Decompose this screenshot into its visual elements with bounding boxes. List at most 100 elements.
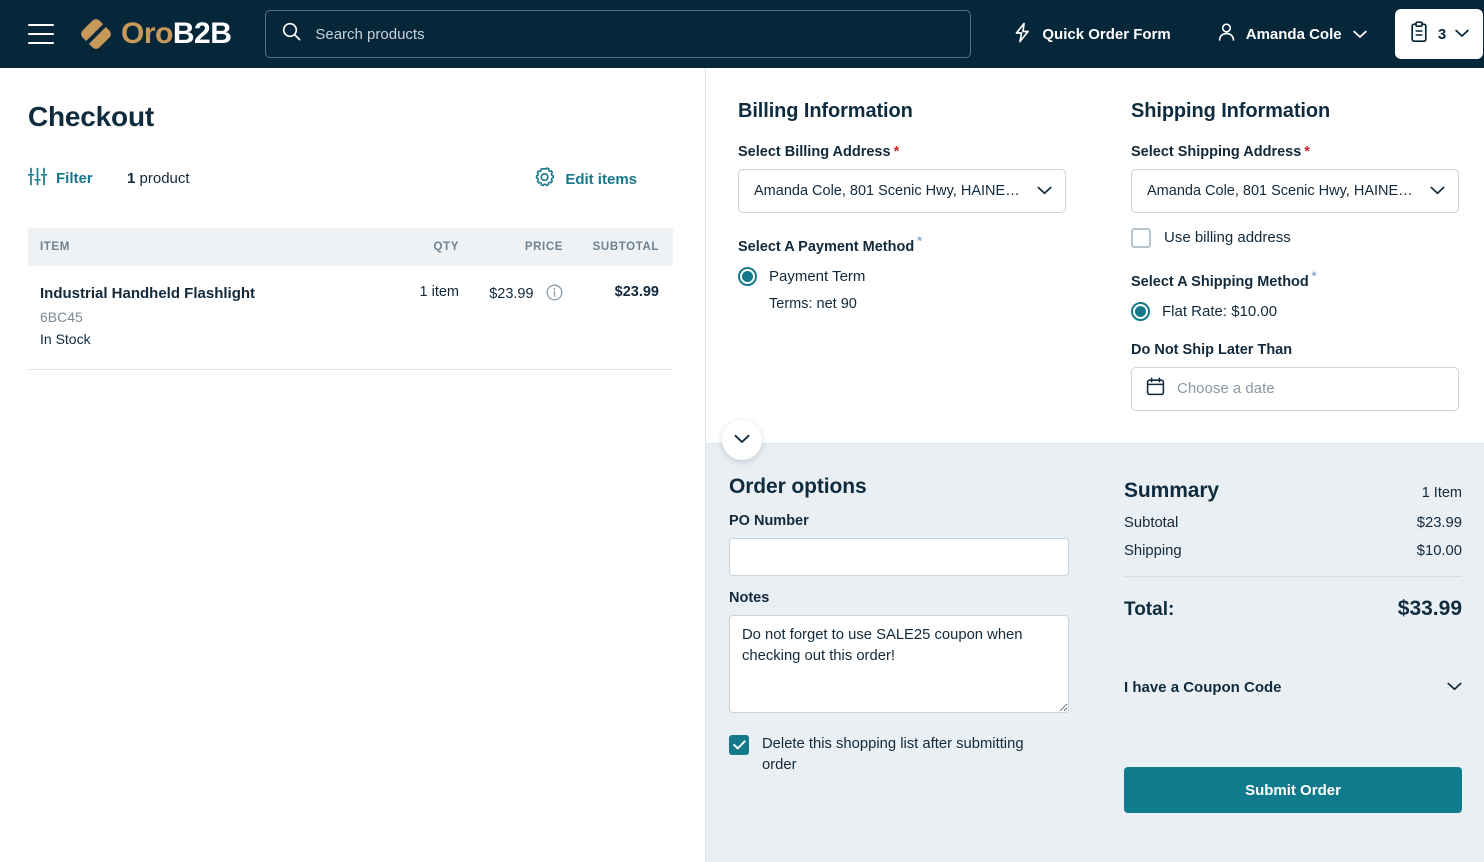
shipping-method-label: Select A Shipping Method* [1131, 269, 1484, 290]
payment-term-radio[interactable] [738, 267, 757, 286]
shipping-address-value: Amanda Cole, 801 Scenic Hwy, HAINE… [1147, 183, 1413, 199]
product-cell: Industrial Handheld Flashlight 6BC45 In … [28, 266, 373, 370]
summary-subtotal-row: Subtotal $23.99 [1124, 515, 1462, 531]
flat-rate-option[interactable]: Flat Rate: $10.00 [1131, 302, 1484, 321]
product-stock-status: In Stock [40, 331, 373, 347]
coupon-code-label: I have a Coupon Code [1124, 679, 1282, 696]
order-summary-panel: Summary 1 Item Subtotal $23.99 Shipping … [1124, 479, 1462, 621]
product-subtotal: $23.99 [575, 266, 673, 370]
notes-textarea[interactable]: Do not forget to use SALE25 coupon when … [729, 615, 1069, 713]
lightning-bolt-icon [1013, 22, 1032, 47]
shipping-address-select[interactable]: Amanda Cole, 801 Scenic Hwy, HAINE… [1131, 169, 1459, 213]
column-header-price: PRICE [465, 228, 575, 266]
order-options-panel: Order options PO Number Notes Do not for… [729, 475, 1101, 775]
info-icon[interactable] [546, 284, 563, 306]
order-options-summary-zone: Order options PO Number Notes Do not for… [706, 443, 1484, 862]
summary-total-row: Total: $33.99 [1124, 597, 1462, 621]
product-sku: 6BC45 [40, 309, 373, 325]
column-header-item: ITEM [28, 228, 373, 266]
summary-shipping-label: Shipping [1124, 543, 1182, 559]
logo-text-oro: Oro [121, 17, 173, 50]
sliders-icon [28, 167, 47, 190]
use-billing-address-checkbox[interactable] [1131, 228, 1151, 248]
delete-shopping-list-label: Delete this shopping list after submitti… [762, 734, 1059, 775]
billing-section-title: Billing Information [738, 100, 1098, 123]
summary-shipping-value: $10.00 [1417, 543, 1462, 559]
quick-order-form-label: Quick Order Form [1042, 26, 1170, 43]
quick-order-form-link[interactable]: Quick Order Form [1013, 22, 1170, 47]
coupon-code-toggle[interactable]: I have a Coupon Code [1124, 678, 1462, 696]
hamburger-menu-icon[interactable] [28, 24, 54, 44]
summary-subtotal-value: $23.99 [1417, 515, 1462, 531]
required-asterisk: * [894, 144, 900, 160]
payment-term-option[interactable]: Payment Term [738, 267, 1098, 286]
filter-button[interactable]: Filter [28, 167, 93, 190]
shipping-section-title: Shipping Information [1131, 100, 1484, 123]
chevron-down-icon [1455, 25, 1469, 43]
summary-total-label: Total: [1124, 599, 1174, 621]
column-header-subtotal: SUBTOTAL [575, 228, 673, 266]
filter-label: Filter [56, 170, 93, 187]
logo-diamond-icon [80, 18, 112, 50]
flat-rate-radio[interactable] [1131, 302, 1150, 321]
shipping-address-label: Select Shipping Address* [1131, 144, 1484, 160]
ship-by-date-field[interactable]: Choose a date [1131, 367, 1459, 411]
user-icon [1217, 22, 1236, 46]
table-header-row: ITEM QTY PRICE SUBTOTAL [28, 228, 673, 266]
order-items-table: ITEM QTY PRICE SUBTOTAL Industrial Handh… [28, 228, 673, 370]
table-row: Industrial Handheld Flashlight 6BC45 In … [28, 266, 673, 370]
billing-address-label-text: Select Billing Address [738, 144, 891, 160]
product-qty: 1 item [373, 266, 465, 370]
required-asterisk-blue: * [917, 234, 922, 248]
chevron-down-icon [1447, 678, 1462, 696]
do-not-ship-later-label: Do Not Ship Later Than [1131, 342, 1484, 358]
clipboard-icon [1410, 21, 1428, 48]
po-number-input[interactable] [729, 538, 1069, 576]
shipping-information-panel: Shipping Information Select Shipping Add… [1131, 68, 1484, 411]
summary-shipping-row: Shipping $10.00 [1124, 543, 1462, 559]
summary-header: Summary 1 Item [1124, 479, 1462, 503]
logo-text-b2b: B2B [173, 17, 232, 50]
payment-terms-text: Terms: net 90 [769, 296, 1098, 312]
edit-items-label: Edit items [565, 171, 637, 188]
edit-items-button[interactable]: Edit items [534, 167, 637, 192]
billing-address-select[interactable]: Amanda Cole, 801 Scenic Hwy, HAINES… [738, 169, 1066, 213]
ship-by-date-placeholder: Choose a date [1177, 380, 1275, 397]
flat-rate-label: Flat Rate: $10.00 [1162, 303, 1277, 320]
collapse-toggle-button[interactable] [722, 420, 762, 460]
gear-icon [534, 167, 555, 192]
use-billing-address-row[interactable]: Use billing address [1131, 227, 1484, 248]
summary-item-count: 1 Item [1422, 485, 1462, 501]
chevron-down-icon [1430, 182, 1445, 200]
column-header-qty: QTY [373, 228, 465, 266]
page-body: Checkout Filter [0, 68, 1484, 862]
product-price: $23.99 [489, 286, 533, 302]
page-title: Checkout [28, 101, 154, 133]
summary-divider [1124, 576, 1462, 577]
user-account-menu[interactable]: Amanda Cole [1217, 22, 1367, 46]
search-icon [282, 22, 301, 46]
payment-method-label: Select A Payment Method* [738, 234, 1098, 255]
billing-shipping-zone: Billing Information Select Billing Addre… [706, 68, 1484, 443]
billing-information-panel: Billing Information Select Billing Addre… [738, 68, 1098, 312]
search-bar[interactable] [265, 10, 971, 58]
shopping-list-button[interactable]: 3 [1395, 9, 1483, 59]
product-count-word: product [135, 170, 189, 187]
payment-method-label-text: Select A Payment Method [738, 239, 914, 255]
items-toolbar: Filter 1 product Edit items [28, 167, 673, 195]
user-name-label: Amanda Cole [1246, 26, 1342, 43]
delete-shopping-list-checkbox[interactable] [729, 735, 749, 755]
delete-shopping-list-row[interactable]: Delete this shopping list after submitti… [729, 734, 1059, 775]
order-items-column: Checkout Filter [0, 68, 705, 862]
summary-subtotal-label: Subtotal [1124, 515, 1178, 531]
shipping-address-label-text: Select Shipping Address [1131, 144, 1301, 160]
oro-b2b-logo[interactable]: OroB2B [80, 18, 231, 50]
required-asterisk-blue: * [1312, 269, 1317, 283]
use-billing-address-label: Use billing address [1164, 227, 1291, 248]
product-price-cell: $23.99 [465, 266, 575, 370]
search-input[interactable] [315, 26, 915, 43]
summary-total-value: $33.99 [1398, 597, 1462, 621]
shopping-list-count: 3 [1438, 26, 1446, 43]
product-name[interactable]: Industrial Handheld Flashlight [40, 284, 373, 304]
submit-order-button[interactable]: Submit Order [1124, 767, 1462, 813]
